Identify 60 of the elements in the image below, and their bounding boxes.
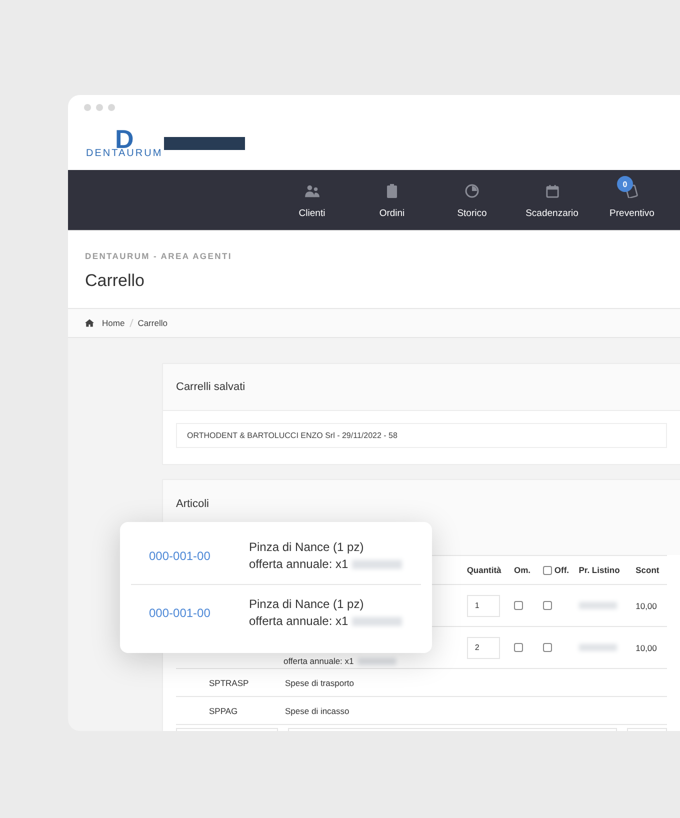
nav-label: Preventivo <box>610 208 654 219</box>
column-header: Off. <box>554 565 570 575</box>
pie-chart-icon <box>465 184 479 198</box>
nav-label: Clienti <box>298 208 326 219</box>
product-code: 000-001-00 <box>148 549 212 563</box>
checkbox[interactable] <box>543 601 552 610</box>
quantity-field[interactable]: 2 <box>466 636 500 658</box>
nav-item[interactable]: Clienti <box>272 170 352 230</box>
home-icon <box>85 319 94 327</box>
nav-item[interactable]: 0 Preventivo <box>592 170 672 230</box>
item-description: offerta annuale: x1 <box>284 656 354 666</box>
nav-label: Storico <box>457 208 487 219</box>
logo-wordmark: DENTAURUM <box>86 149 163 159</box>
logo-letter: D <box>114 129 134 149</box>
suggestion-item[interactable]: 000-001-00 Pinza di Nance (1 pz) offerta annuale: x1 <box>131 528 421 585</box>
item-code: SPPAG <box>209 706 238 716</box>
document-icon <box>625 184 639 198</box>
blurred-price <box>358 658 396 664</box>
nav-item[interactable]: Storico <box>432 170 512 230</box>
blurred-price <box>578 602 617 609</box>
product-name: Pinza di Nance (1 pz) <box>249 596 365 613</box>
page-title: Carrello <box>85 271 146 291</box>
checkbox[interactable] <box>514 601 523 610</box>
breadcrumb-link[interactable]: Home <box>102 318 125 328</box>
count-badge: 0 <box>617 176 633 192</box>
window-dot <box>84 104 91 111</box>
nav-item[interactable]: Scadenzario <box>512 170 592 230</box>
calendar-icon <box>546 184 558 198</box>
discount-value: 10,00 <box>636 642 657 652</box>
blurred-price <box>352 560 402 569</box>
clipboard-icon <box>387 184 397 198</box>
offer-text: offerta annuale: x1 <box>249 613 348 630</box>
column-header: Scont <box>636 565 660 575</box>
column-header: Quantità <box>466 565 502 575</box>
saved-cart-select[interactable]: ORTHODENT & BARTOLUCCI ENZO Srl - 29/11/2022 - 58 <box>176 423 667 448</box>
nav-label: Ordini <box>379 208 405 219</box>
column-header: Om. <box>514 565 530 575</box>
item-description: Spese di trasporto <box>285 678 354 688</box>
nav-item[interactable]: Ordini <box>352 170 432 230</box>
product-name: Pinza di Nance (1 pz) <box>249 539 365 556</box>
blurred-price <box>352 617 402 626</box>
card-title: Articoli <box>176 498 210 510</box>
checkbox[interactable] <box>514 643 523 652</box>
suggestion-item[interactable]: 000-001-00 Pinza di Nance (1 pz) offerta annuale: x1 <box>131 585 421 641</box>
window-dot <box>108 104 115 111</box>
discount-value: 10,00 <box>636 600 657 610</box>
offer-text: offerta annuale: x1 <box>249 556 348 573</box>
column-header: Pr. Listino <box>578 565 620 575</box>
item-description: Spese di incasso <box>285 706 350 716</box>
checkbox[interactable] <box>543 566 552 574</box>
section-label: DENTAURUM - AREA AGENTI <box>85 251 233 261</box>
window-dot <box>96 104 103 111</box>
users-icon <box>304 184 320 198</box>
nav-label: Scadenzario <box>526 208 578 219</box>
quantity-field[interactable]: 1 <box>466 594 500 616</box>
item-code: SPTRASP <box>209 678 249 688</box>
checkbox[interactable] <box>543 643 552 652</box>
blurred-price <box>578 644 617 651</box>
product-code: 000-001-00 <box>148 606 212 620</box>
card-title: Carrelli salvati <box>176 381 246 393</box>
